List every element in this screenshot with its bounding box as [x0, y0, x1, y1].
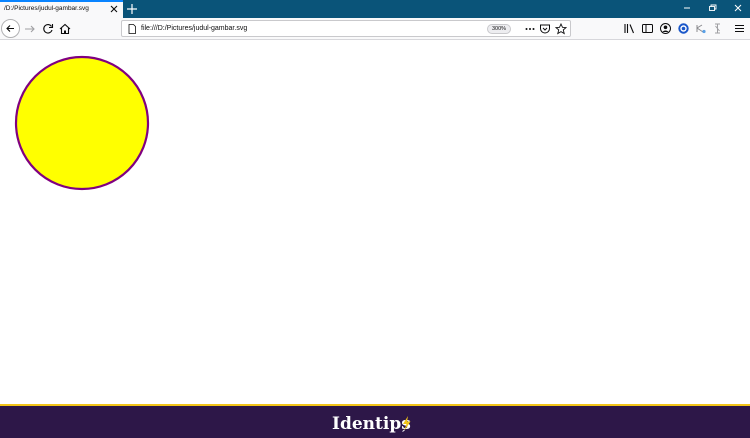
pocket-icon[interactable] [539, 23, 551, 35]
account-icon[interactable] [659, 22, 672, 35]
reload-icon[interactable] [40, 21, 56, 37]
identips-logo-icon: Identips [332, 414, 411, 434]
more-actions-icon[interactable] [524, 23, 536, 35]
page-icon [128, 24, 136, 34]
tab-strip: /D:/Pictures/judul-gambar.svg [0, 0, 750, 18]
arrow-left-icon [6, 25, 14, 32]
page-content [0, 40, 750, 404]
library-icon[interactable] [623, 22, 636, 35]
bookmark-star-icon[interactable] [555, 23, 567, 35]
svg-text:Identips: Identips [332, 414, 411, 434]
home-icon[interactable] [57, 21, 73, 37]
address-bar[interactable]: file:///D:/Pictures/judul-gambar.svg 300… [121, 20, 571, 37]
brand-logo: Identips [0, 409, 750, 438]
menu-icon[interactable] [733, 22, 746, 35]
back-button[interactable] [1, 19, 20, 38]
restore-icon[interactable] [705, 2, 719, 14]
zoom-level-badge[interactable]: 300% [487, 24, 511, 34]
minimize-icon[interactable] [680, 2, 694, 14]
arrow-right-icon[interactable] [22, 21, 38, 37]
extension-icon[interactable] [694, 22, 707, 35]
extension-icon[interactable] [711, 22, 724, 35]
new-tab-plus-icon[interactable] [124, 1, 140, 17]
url-text[interactable]: file:///D:/Pictures/judul-gambar.svg [141, 23, 247, 34]
extension-icon[interactable] [677, 22, 690, 35]
yellow-circle [14, 55, 150, 191]
browser-window: /D:/Pictures/judul-gambar.svg file:///D:… [0, 0, 750, 438]
window-close-icon[interactable] [731, 2, 745, 14]
tab-title: /D:/Pictures/judul-gambar.svg [4, 5, 89, 12]
svg-document [14, 55, 150, 191]
sidebar-icon[interactable] [641, 22, 654, 35]
close-icon[interactable] [108, 3, 120, 15]
watermark-footer: Identips [0, 404, 750, 438]
navigation-toolbar: file:///D:/Pictures/judul-gambar.svg 300… [0, 18, 750, 40]
tab-active[interactable]: /D:/Pictures/judul-gambar.svg [0, 0, 123, 18]
